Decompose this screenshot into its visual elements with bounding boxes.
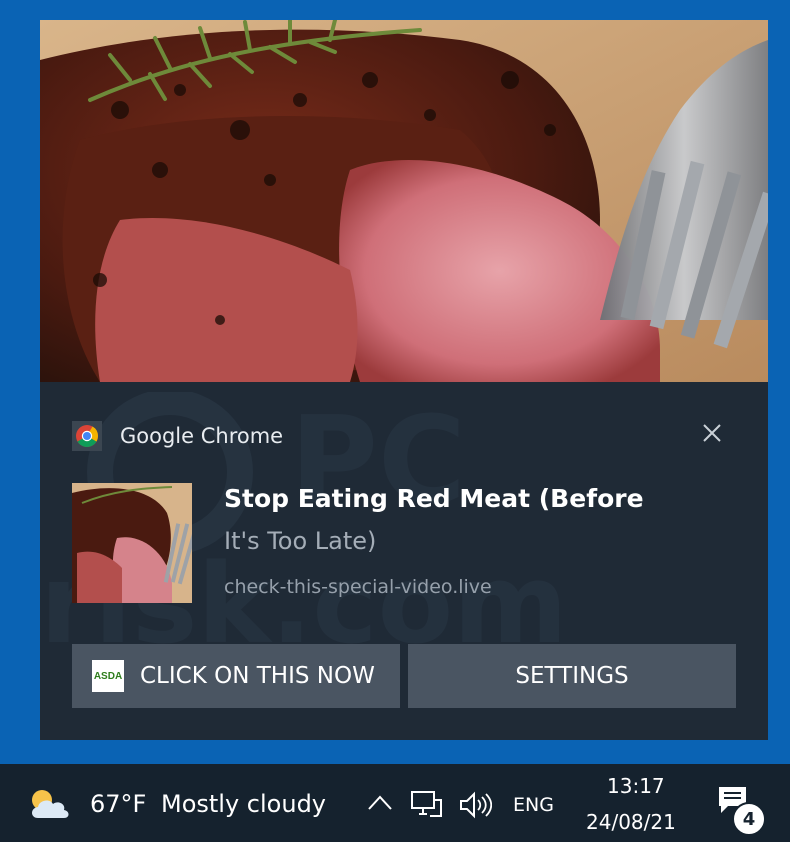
- chrome-notification-toast[interactable]: PC risk.com Google Chrome Stop Eating Re…: [40, 20, 768, 740]
- click-on-this-now-button[interactable]: ASDA CLICK ON THIS NOW: [72, 644, 400, 708]
- click-on-this-now-label: CLICK ON THIS NOW: [140, 663, 375, 689]
- close-button[interactable]: [696, 417, 728, 449]
- clock-time[interactable]: 13:17: [607, 774, 665, 798]
- weather-temperature[interactable]: 67°F: [90, 790, 146, 818]
- weather-condition[interactable]: Mostly cloudy: [161, 790, 326, 818]
- close-icon: [703, 424, 721, 442]
- taskbar: 67°F Mostly cloudy ENG 13:17 24/08/21 4: [0, 764, 790, 842]
- partly-cloudy-icon[interactable]: [26, 786, 72, 822]
- clock-date[interactable]: 24/08/21: [586, 810, 676, 834]
- network-icon[interactable]: [410, 790, 444, 820]
- settings-label: SETTINGS: [515, 663, 629, 689]
- app-name: Google Chrome: [120, 424, 284, 448]
- chevron-up-icon[interactable]: [366, 792, 394, 814]
- notification-hero-image[interactable]: [40, 20, 768, 382]
- notification-source-url: check-this-special-video.live: [224, 576, 492, 598]
- notification-count-badge: 4: [732, 802, 766, 836]
- input-language[interactable]: ENG: [513, 794, 554, 816]
- notification-title: Stop Eating Red Meat (Before: [224, 484, 644, 513]
- chrome-icon: [72, 421, 102, 451]
- notification-header: Google Chrome: [72, 420, 283, 452]
- settings-button[interactable]: SETTINGS: [408, 644, 736, 708]
- asda-logo-icon: ASDA: [92, 660, 124, 692]
- notification-subtitle: It's Too Late): [224, 527, 377, 555]
- volume-icon[interactable]: [458, 790, 492, 820]
- notification-thumbnail: [72, 483, 192, 603]
- asda-logo-text: ASDA: [93, 670, 123, 682]
